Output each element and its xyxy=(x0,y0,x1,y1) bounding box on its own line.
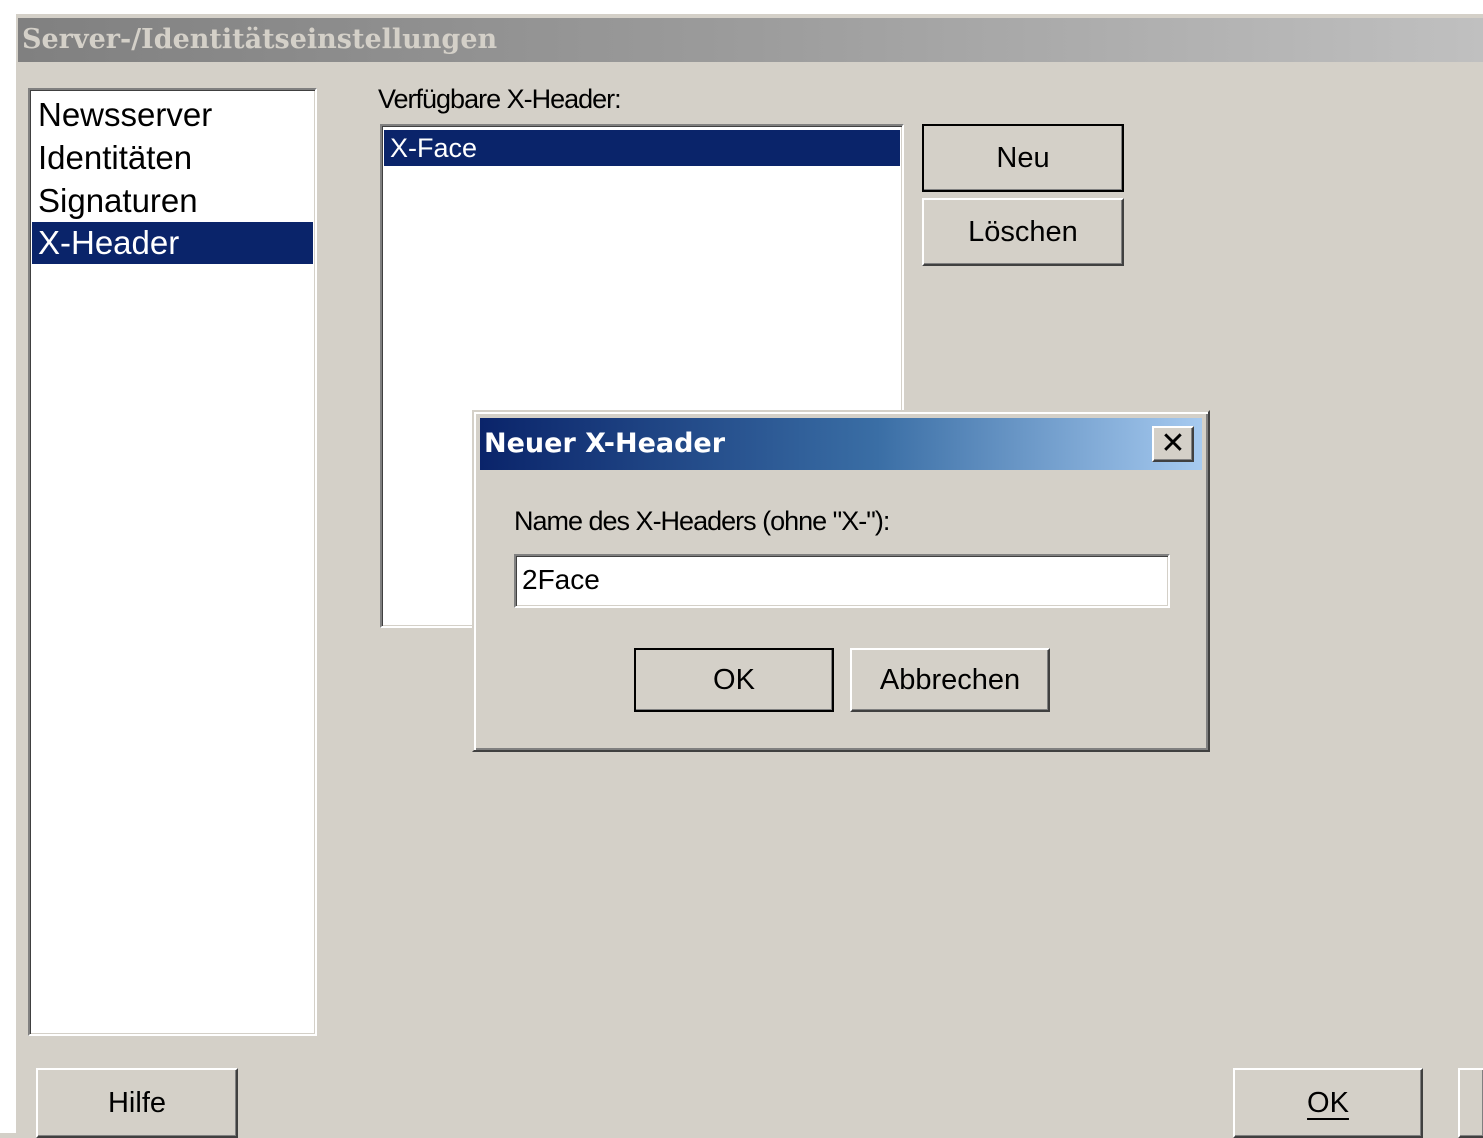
dialog-ok-button[interactable]: OK xyxy=(634,648,834,712)
window-titlebar[interactable]: Server-/Identitätseinstellungen xyxy=(18,18,1483,62)
xheader-name-input[interactable]: 2Face xyxy=(514,554,1170,608)
dialog-close-button[interactable]: ✕ xyxy=(1152,426,1194,462)
dialog-cancel-button[interactable]: Abbrechen xyxy=(850,648,1050,712)
dialog-titlebar[interactable]: Neuer X-Header ✕ xyxy=(480,418,1202,470)
new-xheader-button[interactable]: Neu xyxy=(922,124,1124,192)
screen-top-edge xyxy=(0,0,1483,14)
nav-item-newsserver[interactable]: Newsserver xyxy=(32,94,313,136)
nav-item-xheader[interactable]: X-Header xyxy=(32,222,313,264)
dialog-title: Neuer X-Header xyxy=(484,428,726,459)
nav-item-signatures[interactable]: Signaturen xyxy=(32,180,313,222)
ok-button[interactable]: OK xyxy=(1233,1068,1423,1138)
nav-item-identities[interactable]: Identitäten xyxy=(32,137,313,179)
delete-xheader-button[interactable]: Löschen xyxy=(922,198,1124,266)
new-xheader-dialog: Neuer X-Header ✕ Name des X-Headers (ohn… xyxy=(472,410,1210,752)
help-button[interactable]: Hilfe xyxy=(36,1068,238,1138)
available-xheaders-label: Verfügbare X-Header: xyxy=(378,84,622,114)
screen-left-edge xyxy=(0,14,14,1133)
settings-category-list[interactable]: Newsserver Identitäten Signaturen X-Head… xyxy=(28,88,317,1036)
xheader-list-item[interactable]: X-Face xyxy=(384,130,900,166)
xheader-name-label: Name des X-Headers (ohne "X-"): xyxy=(514,506,890,536)
cancel-button-partial[interactable] xyxy=(1458,1068,1483,1138)
close-icon: ✕ xyxy=(1160,427,1186,460)
window-title: Server-/Identitätseinstellungen xyxy=(22,24,498,55)
